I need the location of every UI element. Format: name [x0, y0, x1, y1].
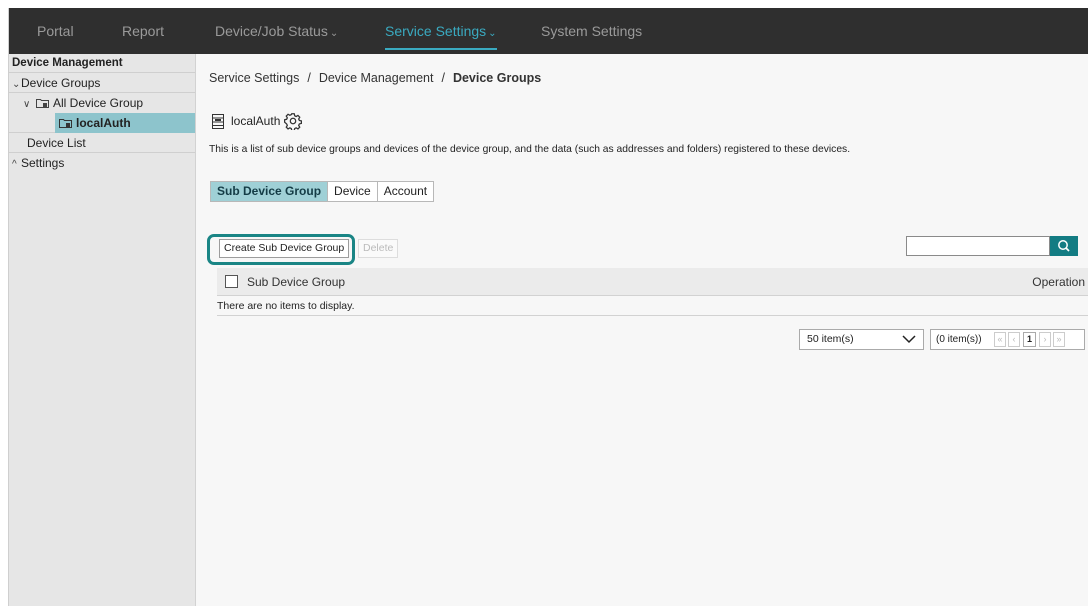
items-per-page-select[interactable]: 50 item(s) — [799, 329, 924, 350]
first-page-button[interactable]: « — [994, 332, 1006, 347]
top-nav: Portal Report Device/Job Status ⌄ Service… — [9, 8, 1088, 54]
sidebar-item-device-list[interactable]: Device List — [9, 133, 195, 153]
tab-account[interactable]: Account — [377, 181, 435, 202]
nav-device-job-status[interactable]: Device/Job Status ⌄ — [215, 8, 338, 54]
next-page-button[interactable]: › — [1039, 332, 1051, 347]
column-header-sub-device-group[interactable]: Sub Device Group — [247, 268, 345, 296]
tab-sub-device-group[interactable]: Sub Device Group — [210, 181, 329, 202]
main-content: Service Settings / Device Management / Devic… — [207, 54, 1088, 606]
table-header: Sub Device Group Operation — [217, 268, 1088, 296]
last-page-button[interactable]: » — [1053, 332, 1065, 347]
sidebar-item-settings[interactable]: ^ Settings — [9, 153, 195, 173]
nav-report-label: Report — [122, 23, 165, 39]
chevron-down-icon: ⌄ — [329, 28, 339, 39]
nav-report[interactable]: Report — [122, 8, 164, 54]
chevron-down-icon: ⌄ — [488, 28, 497, 39]
group-title: localAuth — [211, 112, 303, 130]
breadcrumb: Service Settings / Device Management / Devic… — [209, 71, 541, 85]
tree-item-all-device-group[interactable]: ∨ All Device Group — [9, 93, 195, 113]
items-per-page-value: 50 item(s) — [807, 333, 854, 345]
app-window: Portal Report Device/Job Status ⌄ Service… — [8, 8, 1088, 606]
breadcrumb-current: Device Groups — [452, 71, 542, 85]
create-sub-device-group-button[interactable]: Create Sub Device Group — [219, 239, 350, 258]
item-count: (0 item(s)) — [936, 334, 982, 345]
gear-icon[interactable] — [284, 112, 303, 130]
sidebar-item-label: All Device Group — [53, 96, 144, 110]
breadcrumb-item[interactable]: Device Management — [319, 71, 434, 85]
group-description: This is a list of sub device groups and … — [209, 144, 851, 155]
breadcrumb-separator: / — [441, 71, 445, 85]
device-group-icon — [212, 113, 224, 129]
search-input[interactable] — [906, 236, 1050, 256]
chevron-down-icon — [902, 335, 916, 344]
tab-bar: Sub Device Group Device Account — [210, 181, 435, 202]
sidebar-heading: Device Management — [9, 54, 195, 73]
sidebar: Device Management ⌄Device Groups ∨ All De… — [9, 54, 196, 606]
nav-system-settings-label: System Settings — [541, 23, 643, 39]
sidebar-item-label: Settings — [21, 156, 65, 170]
tree-expand-icon[interactable]: ∨ — [23, 95, 36, 115]
pagination: (0 item(s)) « ‹ 1 › » — [930, 329, 1085, 350]
toolbar: Create Sub Device Group Delete — [207, 234, 1088, 266]
sidebar-item-label: Device List — [27, 136, 86, 150]
sidebar-item-label: Device Groups — [21, 76, 101, 90]
nav-device-job-status-label: Device/Job Status — [215, 23, 328, 39]
nav-service-settings-label: Service Settings — [385, 23, 487, 39]
sidebar-item-device-groups[interactable]: ⌄Device Groups — [9, 73, 195, 93]
tree-item-localauth-row: localAuth — [9, 113, 195, 133]
delete-button[interactable]: Delete — [358, 239, 399, 258]
select-all-checkbox[interactable] — [225, 275, 238, 288]
empty-message: There are no items to display. — [217, 296, 1088, 316]
nav-service-settings[interactable]: Service Settings ⌄ — [385, 8, 497, 54]
current-page[interactable]: 1 — [1023, 332, 1036, 347]
group-name: localAuth — [231, 114, 281, 128]
chevron-up-icon: ^ — [12, 159, 17, 170]
nav-system-settings[interactable]: System Settings — [541, 8, 642, 54]
search-button[interactable] — [1050, 236, 1078, 256]
nav-portal[interactable]: Portal — [37, 8, 74, 54]
tab-device[interactable]: Device — [328, 181, 378, 202]
prev-page-button[interactable]: ‹ — [1008, 332, 1020, 347]
tree-item-localauth[interactable]: localAuth — [55, 113, 195, 133]
sidebar-item-label: localAuth — [76, 116, 131, 130]
column-header-operation: Operation — [1032, 275, 1085, 289]
chevron-down-icon: ⌄ — [12, 79, 21, 90]
breadcrumb-item[interactable]: Service Settings — [209, 71, 299, 85]
nav-portal-label: Portal — [37, 23, 74, 39]
device-group-icon — [36, 99, 49, 108]
search-icon — [1058, 240, 1070, 252]
breadcrumb-separator: / — [307, 71, 311, 85]
device-group-icon — [59, 119, 72, 128]
